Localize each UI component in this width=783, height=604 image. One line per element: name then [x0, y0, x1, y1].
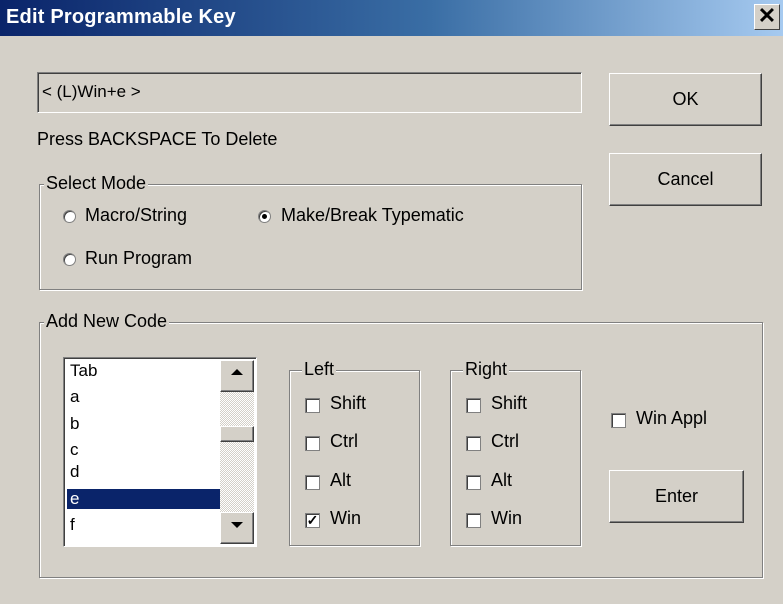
scroll-thumb[interactable]: [220, 426, 254, 442]
scroll-up-arrow-icon: [231, 369, 243, 375]
list-item[interactable]: f: [67, 515, 220, 535]
add-new-code-legend: Add New Code: [44, 311, 170, 332]
radio-button[interactable]: [63, 253, 76, 266]
right-legend: Right: [463, 359, 510, 380]
checkbox-label: Win: [491, 508, 522, 528]
checkbox-label: Shift: [491, 393, 528, 413]
checkbox-label: Win Appl: [636, 408, 708, 428]
list-item[interactable]: a: [67, 387, 220, 407]
checkbox-label: Alt: [330, 470, 352, 490]
checkbox[interactable]: [466, 475, 481, 490]
radio-label: Make/Break Typematic: [281, 205, 464, 225]
key-code-listbox[interactable]: Tab a b c d e f: [63, 357, 257, 547]
scroll-down-button[interactable]: [220, 512, 254, 544]
checkbox-label: Shift: [330, 393, 367, 413]
checkmark-icon: ✓: [306, 512, 319, 528]
radio-selected-dot: [262, 214, 267, 219]
backspace-hint: Press BACKSPACE To Delete: [37, 129, 278, 149]
listbox-scrollbar[interactable]: [220, 360, 254, 544]
key-sequence-field[interactable]: < (L)Win+e >: [37, 72, 582, 113]
checkbox[interactable]: [466, 513, 481, 528]
list-item-selected[interactable]: e: [67, 489, 220, 509]
radio-button[interactable]: [258, 210, 271, 223]
scroll-down-arrow-icon: [231, 522, 243, 528]
list-item[interactable]: Tab: [67, 361, 220, 381]
checkbox-label: Alt: [491, 470, 513, 490]
checkbox-label: Win: [330, 508, 361, 528]
title-bar[interactable]: Edit Programmable Key ✕: [0, 0, 783, 36]
list-item[interactable]: d: [67, 462, 220, 482]
radio-label: Macro/String: [85, 205, 188, 225]
list-item[interactable]: c: [67, 440, 220, 460]
close-button[interactable]: ✕: [754, 4, 780, 30]
checkbox-label: Ctrl: [491, 431, 519, 451]
select-mode-legend: Select Mode: [44, 173, 149, 194]
cancel-button[interactable]: Cancel: [609, 153, 762, 206]
checkbox[interactable]: [466, 398, 481, 413]
ok-button[interactable]: OK: [609, 73, 762, 126]
checkbox[interactable]: [305, 436, 320, 451]
close-icon: ✕: [757, 3, 777, 28]
checkbox[interactable]: [611, 413, 626, 428]
checkbox[interactable]: [305, 398, 320, 413]
checkbox[interactable]: [305, 475, 320, 490]
scroll-up-button[interactable]: [220, 360, 254, 392]
enter-button[interactable]: Enter: [609, 470, 744, 523]
left-legend: Left: [302, 359, 337, 380]
select-mode-group: Select Mode: [39, 173, 582, 290]
checkbox[interactable]: [466, 436, 481, 451]
checkbox-label: Ctrl: [330, 431, 358, 451]
radio-button[interactable]: [63, 210, 76, 223]
checkbox[interactable]: ✓: [305, 513, 320, 528]
radio-label: Run Program: [85, 248, 193, 268]
window-title: Edit Programmable Key: [6, 6, 236, 28]
list-item[interactable]: b: [67, 414, 220, 434]
